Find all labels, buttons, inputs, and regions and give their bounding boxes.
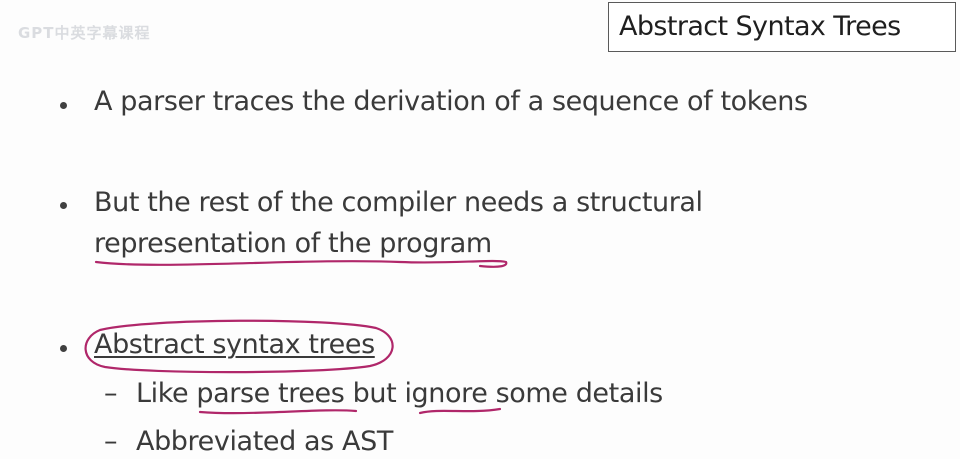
slide: GPT中英字幕课程 Abstract Syntax Trees A parser… [0,0,960,459]
bullet-dot-1 [60,102,67,109]
slide-title: Abstract Syntax Trees [619,11,901,42]
sub-bullet-dash-2: – [104,426,118,457]
bullet-dot-3 [60,345,67,352]
watermark: GPT中英字幕课程 [18,24,151,42]
sub-bullet-2: Abbreviated as AST [136,426,393,457]
annotation-underline-representation [94,259,508,268]
bullet-dot-2 [60,202,67,209]
sub-bullet-1: Like parse trees but ignore some details [136,378,663,409]
bullet-2-line-2: representation of the program [94,228,492,259]
bullet-1: A parser traces the derivation of a sequ… [94,86,808,117]
annotation-underline-ignore [418,407,502,415]
sub-bullet-dash-1: – [104,378,118,409]
annotation-underline-parse-trees [198,409,358,415]
bullet-2-line-1: But the rest of the compiler needs a str… [94,187,703,218]
bullet-3: Abstract syntax trees [94,329,375,360]
title-box: Abstract Syntax Trees [608,2,956,52]
